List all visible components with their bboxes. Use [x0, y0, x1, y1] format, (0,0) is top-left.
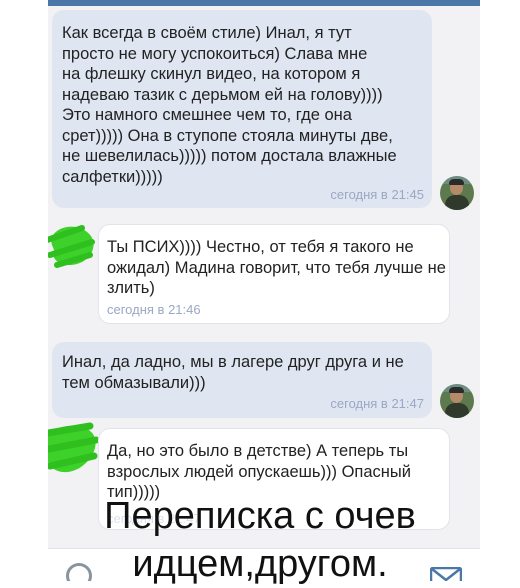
message-text: Да, но это было в детстве) А теперь ты в… — [107, 442, 411, 501]
message-bubble-outgoing[interactable]: Как всегда в своём стиле) Инал, я тут пр… — [52, 10, 432, 208]
message-bubble-outgoing[interactable]: Инал, да ладно, мы в лагере друг друга и… — [52, 342, 432, 418]
chat-window: Как всегда в своём стиле) Инал, я тут пр… — [48, 0, 480, 581]
message-text: Ты ПСИХ)))) Честно, от тебя я такого не … — [107, 238, 446, 297]
message-bubble-incoming[interactable]: Ты ПСИХ)))) Честно, от тебя я такого не … — [98, 224, 450, 324]
scribble-avatar-cover — [48, 422, 100, 473]
message-text: Как всегда в своём стиле) Инал, я тут пр… — [62, 24, 397, 186]
smile-icon[interactable] — [66, 563, 92, 581]
message-time: сегодня в 21:47 — [107, 511, 201, 526]
message-composer[interactable] — [48, 548, 480, 581]
message-time: сегодня в 21:47 — [330, 396, 424, 411]
envelope-icon[interactable] — [430, 567, 462, 581]
message-time: сегодня в 21:46 — [107, 302, 201, 317]
top-bar — [48, 0, 480, 6]
scribble-avatar-cover — [48, 225, 95, 268]
sender-avatar[interactable] — [440, 384, 474, 418]
message-time: сегодня в 21:45 — [330, 187, 424, 202]
message-text: Инал, да ладно, мы в лагере друг друга и… — [62, 353, 404, 392]
sender-avatar[interactable] — [440, 176, 474, 210]
message-bubble-incoming[interactable]: Да, но это было в детстве) А теперь ты в… — [98, 428, 450, 530]
